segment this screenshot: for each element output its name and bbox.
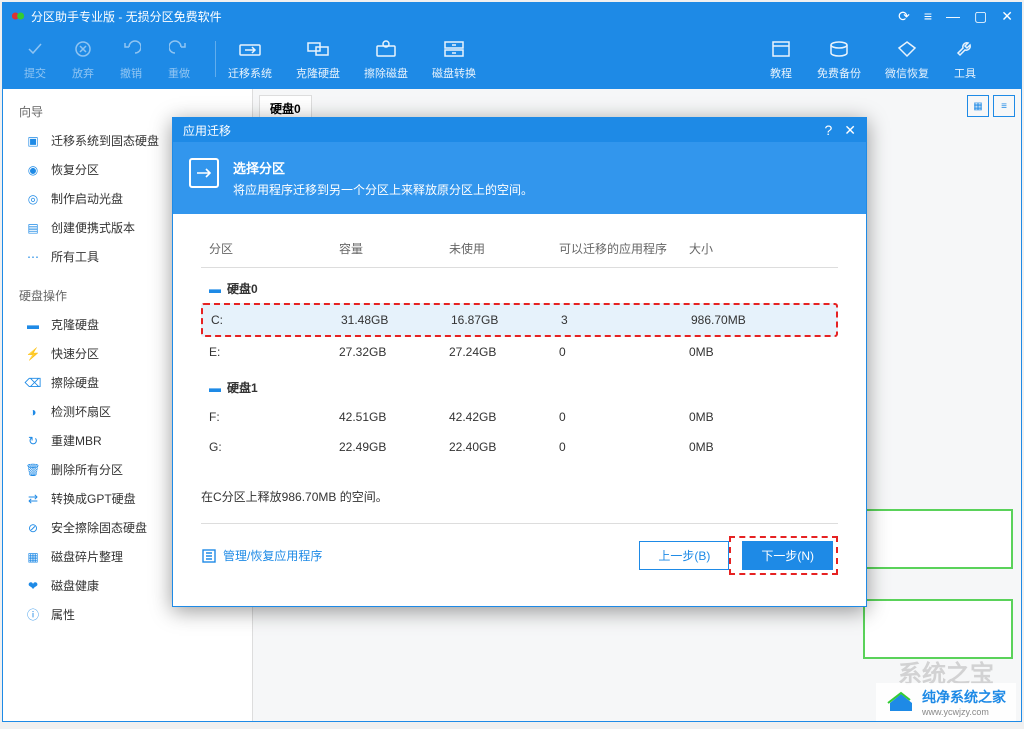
hdd-icon: ▬ — [209, 282, 221, 296]
wipe-icon: ⌫ — [25, 375, 41, 391]
dialog-header: 选择分区 将应用程序迁移到另一个分区上来释放原分区上的空间。 — [173, 142, 866, 214]
dialog-close-icon[interactable]: ✕ — [844, 122, 856, 139]
list-view-icon[interactable]: ≡ — [993, 95, 1015, 117]
tools-button[interactable]: 工具 — [953, 37, 977, 81]
convert-disk-button[interactable]: 磁盘转换 — [432, 37, 476, 81]
partition-box-1[interactable] — [863, 509, 1013, 569]
view-panel: ▦ ≡ — [967, 95, 1015, 117]
tutorial-button[interactable]: 教程 — [769, 37, 793, 81]
quick-part-icon: ⚡ — [25, 346, 41, 362]
next-button-highlight: 下一步(N) — [729, 536, 838, 575]
house-icon — [886, 691, 916, 713]
sidebar-item-label: 制作启动光盘 — [51, 190, 123, 207]
wx-restore-button[interactable]: 微信恢复 — [885, 37, 929, 81]
all-tools-icon: ⋯ — [25, 249, 41, 265]
to-gpt-icon: ⇄ — [25, 491, 41, 507]
menu-icon[interactable]: ≡ — [924, 8, 932, 25]
sidebar-item-label: 克隆硬盘 — [51, 316, 99, 333]
boot-disc-icon: ◎ — [25, 191, 41, 207]
migrate-os-button[interactable]: 迁移系统 — [228, 37, 272, 81]
dialog-header-sub: 将应用程序迁移到另一个分区上来释放原分区上的空间。 — [233, 181, 533, 198]
undo-button[interactable]: 撤销 — [119, 37, 143, 81]
sidebar-item-label: 磁盘健康 — [51, 577, 99, 594]
sidebar-item-label: 检测坏扇区 — [51, 403, 111, 420]
wipe-disk-button[interactable]: 擦除磁盘 — [364, 37, 408, 81]
release-note: 在C分区上释放986.70MB 的空间。 — [173, 478, 866, 515]
list-icon — [201, 548, 217, 564]
partition-box-2[interactable] — [863, 599, 1013, 659]
delete-all-icon: 🗑 — [25, 462, 41, 478]
defrag-icon: ▦ — [25, 549, 41, 565]
partition-row[interactable]: F:42.51GB42.42GB00MB — [201, 402, 838, 432]
refresh-icon[interactable]: ⟳ — [898, 8, 910, 25]
dialog-title: 应用迁移 — [183, 122, 231, 139]
titlebar: 分区助手专业版 - 无损分区免费软件 ⟳ ≡ — ▢ ✕ — [3, 3, 1021, 29]
sidebar-item-label: 重建MBR — [51, 432, 102, 449]
health-icon: ❤ — [25, 578, 41, 594]
migrate-ssd-icon: ▣ — [25, 133, 41, 149]
sidebar-item-label: 快速分区 — [51, 345, 99, 362]
submit-button[interactable]: 提交 — [23, 37, 47, 81]
disk1-header: ▬硬盘1 — [201, 367, 838, 402]
sidebar-item-label: 转换成GPT硬盘 — [51, 490, 136, 507]
dialog-header-title: 选择分区 — [233, 158, 533, 177]
sidebar-item-label: 迁移系统到固态硬盘 — [51, 132, 159, 149]
clone-icon: ▬ — [25, 317, 41, 333]
app-title: 分区助手专业版 - 无损分区免费软件 — [31, 8, 898, 25]
sidebar-item-label: 所有工具 — [51, 248, 99, 265]
table-header: 分区 容量 未使用 可以迁移的应用程序 大小 — [201, 230, 838, 268]
backup-button[interactable]: 免费备份 — [817, 37, 861, 81]
close-icon[interactable]: ✕ — [1001, 8, 1013, 25]
sidebar-item-label: 磁盘碎片整理 — [51, 548, 123, 565]
next-button[interactable]: 下一步(N) — [742, 541, 833, 570]
partition-row[interactable]: G:22.49GB22.40GB00MB — [201, 432, 838, 462]
grid-view-icon[interactable]: ▦ — [967, 95, 989, 117]
disk0-header: ▬硬盘0 — [201, 268, 838, 303]
check-sector-icon: ◑ — [25, 404, 41, 420]
sidebar-item-label: 恢复分区 — [51, 161, 99, 178]
sidebar-item-label: 安全擦除固态硬盘 — [51, 519, 147, 536]
hdd-icon: ▬ — [209, 381, 221, 395]
dialog-titlebar: 应用迁移 ? ✕ — [173, 118, 866, 142]
sidebar-item-label: 属性 — [51, 606, 75, 623]
maximize-icon[interactable]: ▢ — [974, 8, 987, 25]
help-icon[interactable]: ? — [824, 122, 832, 138]
sidebar-item-label: 删除所有分区 — [51, 461, 123, 478]
manage-restore-link[interactable]: 管理/恢复应用程序 — [201, 547, 322, 564]
toolbar: 提交 放弃 撤销 重做 迁移系统 克隆硬盘 擦除磁盘 磁盘转换 教程 免费备份 … — [3, 29, 1021, 89]
minimize-icon[interactable]: — — [946, 8, 960, 25]
props-icon: ⓘ — [25, 607, 41, 623]
watermark: 纯净系统之家 www.ycwjzy.com — [876, 683, 1016, 721]
prev-button[interactable]: 上一步(B) — [639, 541, 729, 570]
discard-button[interactable]: 放弃 — [71, 37, 95, 81]
app-migration-dialog: 应用迁移 ? ✕ 选择分区 将应用程序迁移到另一个分区上来释放原分区上的空间。 … — [172, 117, 867, 607]
sidebar-item-label: 创建便携式版本 — [51, 219, 135, 236]
restore-part-icon: ◉ — [25, 162, 41, 178]
redo-button[interactable]: 重做 — [167, 37, 191, 81]
secure-wipe-icon: ⊘ — [25, 520, 41, 536]
partition-row[interactable]: C:31.48GB16.87GB3986.70MB — [201, 303, 838, 337]
portable-icon: ▤ — [25, 220, 41, 236]
app-logo-icon — [11, 9, 25, 23]
rebuild-mbr-icon: ↻ — [25, 433, 41, 449]
sidebar-item-label: 擦除硬盘 — [51, 374, 99, 391]
migrate-icon — [189, 158, 219, 188]
clone-disk-button[interactable]: 克隆硬盘 — [296, 37, 340, 81]
partition-row[interactable]: E:27.32GB27.24GB00MB — [201, 337, 838, 367]
